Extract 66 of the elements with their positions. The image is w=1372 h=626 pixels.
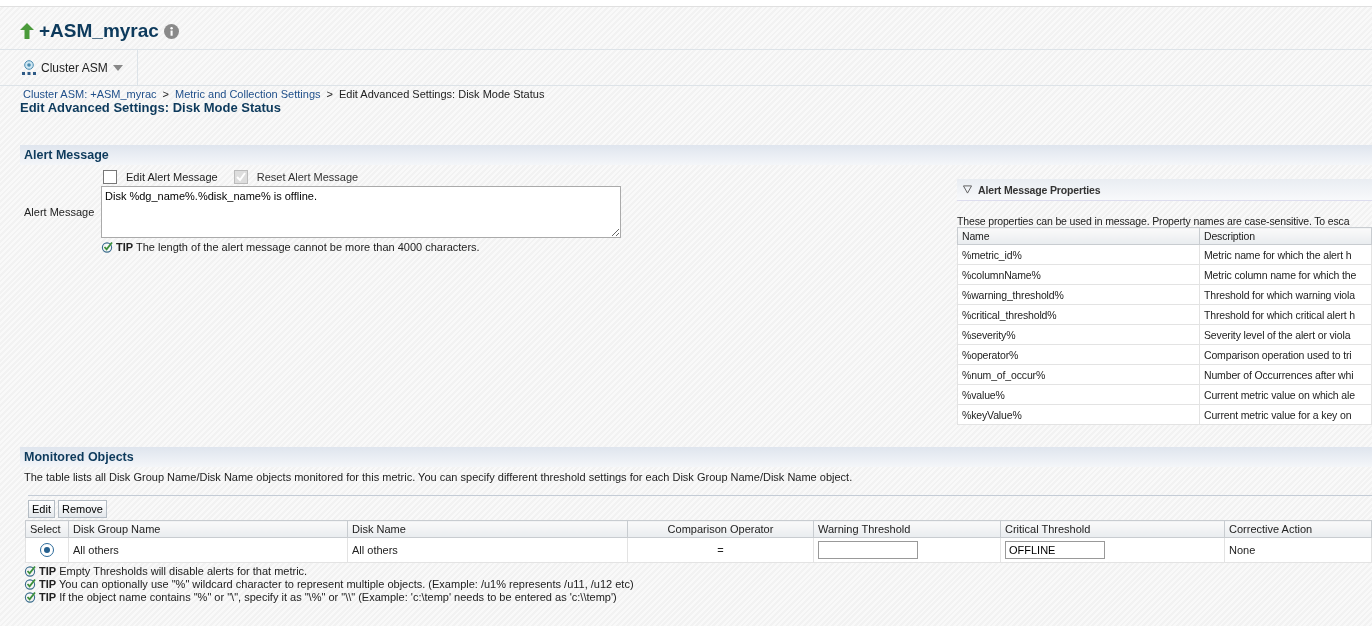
page-title: Edit Advanced Settings: Disk Mode Status <box>19 100 282 115</box>
table-cell: None <box>1224 537 1372 563</box>
panel-intro: These properties can be used in message. Property names are case-sensitive. To esca <box>957 215 1351 227</box>
breadcrumb-link[interactable]: Metric and Collection Settings <box>175 88 321 100</box>
check-icon <box>101 241 113 253</box>
cluster-menu[interactable]: Cluster ASM <box>41 60 108 75</box>
column-header: Description <box>1199 227 1372 245</box>
property-name: %columnName% <box>957 264 1200 285</box>
checkbox-label: Edit Alert Message <box>126 171 218 183</box>
alert-message-field[interactable]: Disk %dg_name%.%disk_name% is offline. <box>101 186 621 238</box>
property-name: %critical_threshold% <box>957 304 1200 325</box>
column-header: Comparison Operator <box>627 520 814 538</box>
breadcrumb-separator: > <box>162 88 169 100</box>
tip-text: TIP Empty Thresholds will disable alerts for that metric. <box>39 565 308 577</box>
field-label: Alert Message <box>24 206 96 218</box>
tip-text: TIP If the object name contains "%" or "\", specify it as "\%" or "\\" (Example: 'c:\temp' needs to be entered as 'c:\\temp') <box>39 591 617 603</box>
breadcrumb-separator: > <box>326 88 333 100</box>
property-description: Severity level of the alert or viola <box>1199 324 1372 345</box>
property-description: Current metric value for a key on <box>1199 404 1372 425</box>
property-name: %severity% <box>957 324 1200 345</box>
section-header: Alert Message <box>20 145 1372 165</box>
column-header: Corrective Action <box>1224 520 1372 538</box>
breadcrumb-link[interactable]: Cluster ASM: +ASM_myrac <box>23 88 157 100</box>
info-icon[interactable] <box>163 23 179 39</box>
panel-header[interactable]: Alert Message Properties <box>957 179 1372 201</box>
property-description: Metric name for which the alert h <box>1199 244 1372 265</box>
section-description: The table lists all Disk Group Name/Disk Name objects monitored for this metric. You can specify different threshold settings for each Disk Group Name/Disk Name object. <box>24 471 854 483</box>
caret-icon[interactable] <box>112 64 123 71</box>
column-header: Disk Name <box>347 520 628 538</box>
radio-button[interactable] <box>40 543 54 558</box>
check-icon <box>24 591 36 603</box>
breadcrumb-current: Edit Advanced Settings: Disk Mode Status <box>338 88 545 100</box>
tip-text: TIP The length of the alert message cannot be more than 4000 characters. <box>116 241 480 253</box>
toolbar-button[interactable]: Remove <box>57 500 107 518</box>
property-description: Threshold for which critical alert h <box>1199 304 1372 325</box>
property-description: Number of Occurrences after whi <box>1199 364 1372 385</box>
table-cell: = <box>627 537 814 563</box>
toolbar-button[interactable]: Edit <box>28 500 55 518</box>
target-title: +ASM_myrac <box>39 20 159 42</box>
property-name: %num_of_occur% <box>957 364 1200 385</box>
table-cell: All others <box>68 537 348 563</box>
property-name: %metric_id% <box>957 244 1200 265</box>
table-cell: All others <box>347 537 628 563</box>
property-description: Current metric value on which ale <box>1199 384 1372 405</box>
column-header: Disk Group Name <box>68 520 348 538</box>
section-header: Monitored Objects <box>20 447 1372 467</box>
expanded-triangle-icon[interactable] <box>963 185 972 194</box>
property-name: %keyValue% <box>957 404 1200 425</box>
property-description: Threshold for which warning viola <box>1199 284 1372 305</box>
column-header: Critical Threshold <box>1000 520 1225 538</box>
checkbox[interactable] <box>103 170 117 184</box>
check-icon <box>24 565 36 577</box>
critical-threshold-field[interactable]: OFFLINE <box>1005 541 1105 559</box>
checkbox-label: Reset Alert Message <box>256 171 359 183</box>
check-icon <box>24 578 36 590</box>
column-header: Warning Threshold <box>813 520 1001 538</box>
property-name: %operator% <box>957 344 1200 365</box>
cluster-icon <box>22 59 36 76</box>
column-header: Name <box>957 227 1200 245</box>
property-name: %value% <box>957 384 1200 405</box>
tip-text: TIP You can optionally use "%" wildcard character to represent multiple objects. (Example: /u1% represents /u11, /u12 etc) <box>39 578 634 590</box>
property-description: Metric column name for which the <box>1199 264 1372 285</box>
warning-threshold-field[interactable] <box>818 541 918 559</box>
column-header: Select <box>25 520 69 538</box>
property-description: Comparison operation used to tri <box>1199 344 1372 365</box>
property-name: %warning_threshold% <box>957 284 1200 305</box>
